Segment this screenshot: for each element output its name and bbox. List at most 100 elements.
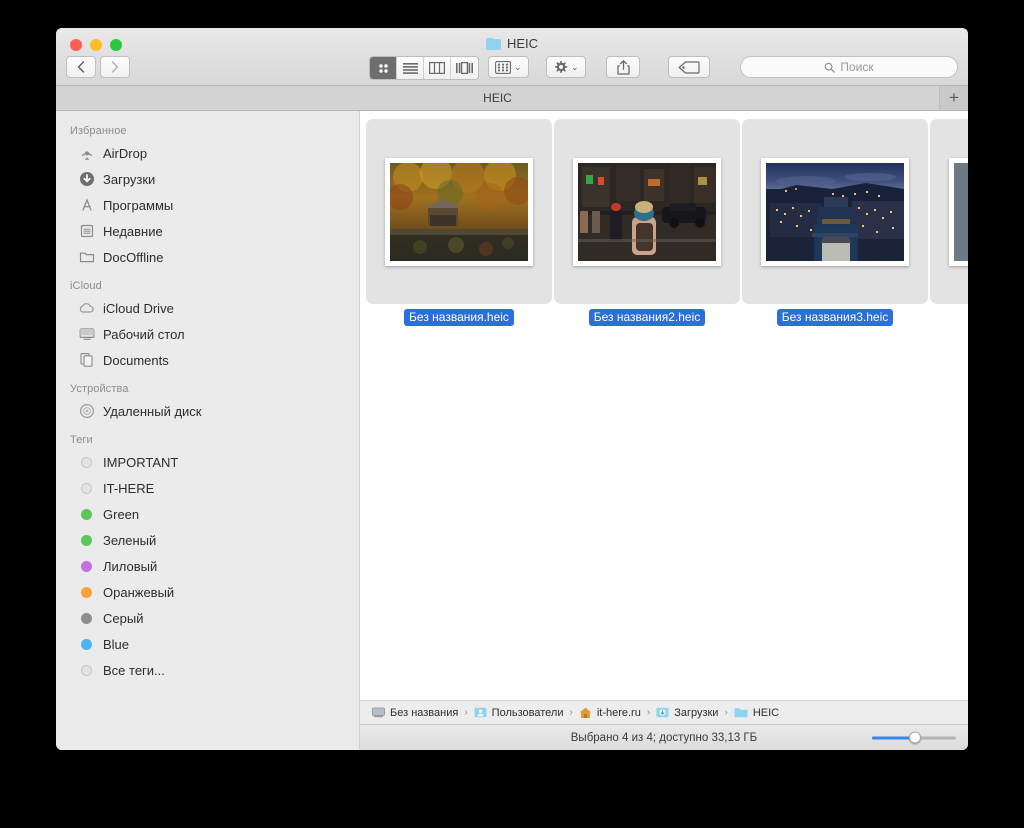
home-icon bbox=[579, 707, 592, 719]
breadcrumb-label: HEIC bbox=[753, 707, 779, 719]
file-name-label[interactable]: Без названия.heic bbox=[404, 309, 514, 326]
file-thumbnail[interactable] bbox=[366, 119, 552, 304]
breadcrumb-item[interactable]: Загрузки bbox=[656, 707, 718, 719]
share-group bbox=[606, 56, 640, 78]
zoom-slider[interactable] bbox=[872, 736, 956, 739]
sidebar-tag-orange[interactable]: Оранжевый bbox=[56, 579, 359, 605]
arrange-button[interactable]: ⌄ bbox=[488, 56, 529, 78]
icon-view-button[interactable] bbox=[370, 57, 397, 79]
list-view-button[interactable] bbox=[397, 57, 424, 79]
breadcrumb-separator: › bbox=[724, 707, 727, 718]
sidebar-item-label: Лиловый bbox=[103, 559, 157, 574]
status-bar: Выбрано 4 из 4; доступно 33,13 ГБ bbox=[360, 724, 968, 750]
new-tab-button[interactable]: + bbox=[940, 86, 968, 110]
window-title-bar: HEIC bbox=[56, 36, 968, 51]
folder-icon bbox=[486, 38, 501, 50]
share-icon bbox=[617, 60, 630, 75]
breadcrumb-label: it-here.ru bbox=[597, 707, 641, 719]
partial-offscreen-photo bbox=[954, 163, 968, 261]
sidebar-tag-important[interactable]: IMPORTANT bbox=[56, 449, 359, 475]
sidebar-item-label: Серый bbox=[103, 611, 143, 626]
sidebar-item-label: DocOffline bbox=[103, 250, 163, 265]
sidebar-item-recents[interactable]: Недавние bbox=[56, 218, 359, 244]
sidebar-tag-blue[interactable]: Blue bbox=[56, 631, 359, 657]
share-button[interactable] bbox=[606, 56, 640, 78]
columns-icon bbox=[429, 62, 445, 74]
chevron-down-icon: ⌄ bbox=[514, 63, 522, 72]
view-mode-group bbox=[369, 56, 479, 80]
file-item[interactable]: Без названия.heic bbox=[366, 119, 552, 326]
sidebar-item-label: Зеленый bbox=[103, 533, 156, 548]
tag-dot-icon bbox=[78, 584, 95, 601]
sidebar-item-icloud-drive[interactable]: iCloud Drive bbox=[56, 295, 359, 321]
maximize-button[interactable] bbox=[110, 39, 122, 51]
forward-button[interactable] bbox=[100, 56, 130, 78]
folder-icon bbox=[734, 707, 748, 718]
search-placeholder: Поиск bbox=[840, 60, 873, 74]
view-mode-segmented bbox=[369, 56, 479, 80]
downloads-folder-icon bbox=[656, 707, 669, 718]
photo-frame bbox=[761, 158, 909, 266]
tag-icon bbox=[678, 61, 700, 74]
sidebar-section-devices-header: Устройства bbox=[56, 379, 359, 398]
sidebar-item-desktop[interactable]: Рабочий стол bbox=[56, 321, 359, 347]
sidebar-item-label: Загрузки bbox=[103, 172, 155, 187]
file-item[interactable] bbox=[930, 119, 968, 312]
sidebar-item-applications[interactable]: Программы bbox=[56, 192, 359, 218]
sidebar-section-tags-header: Теги bbox=[56, 430, 359, 449]
window-toolbar: HEIC bbox=[56, 28, 968, 86]
action-button[interactable]: ⌄ bbox=[546, 56, 586, 78]
breadcrumb-item[interactable]: HEIC bbox=[734, 707, 779, 719]
sidebar-tag-green-en[interactable]: Green bbox=[56, 501, 359, 527]
sidebar-tag-gray[interactable]: Серый bbox=[56, 605, 359, 631]
close-button[interactable] bbox=[70, 39, 82, 51]
breadcrumb-item[interactable]: Пользователи bbox=[474, 707, 564, 719]
sidebar-item-label: iCloud Drive bbox=[103, 301, 174, 316]
breadcrumb-label: Загрузки bbox=[674, 707, 718, 719]
applications-icon bbox=[78, 197, 95, 214]
file-thumbnail[interactable] bbox=[742, 119, 928, 304]
minimize-button[interactable] bbox=[90, 39, 102, 51]
sidebar-tag-all-tags[interactable]: Все теги... bbox=[56, 657, 359, 683]
sidebar-item-airdrop[interactable]: AirDrop bbox=[56, 140, 359, 166]
sidebar-item-downloads[interactable]: Загрузки bbox=[56, 166, 359, 192]
file-name-label[interactable]: Без названия3.heic bbox=[777, 309, 894, 326]
gallery-icon bbox=[456, 62, 473, 74]
zoom-slider-knob[interactable] bbox=[909, 732, 921, 744]
photo-frame bbox=[573, 158, 721, 266]
sidebar-item-label: Documents bbox=[103, 353, 169, 368]
zoom-slider-fill bbox=[872, 736, 912, 739]
breadcrumb-item[interactable]: Без названия bbox=[372, 707, 458, 719]
file-item[interactable]: Без названия3.heic bbox=[742, 119, 928, 326]
tab-heic[interactable]: HEIC bbox=[56, 86, 940, 110]
file-name-label[interactable]: Без названия2.heic bbox=[589, 309, 706, 326]
sidebar-tag-green-ru[interactable]: Зеленый bbox=[56, 527, 359, 553]
sidebar-section-icloud-header: iCloud bbox=[56, 276, 359, 295]
sidebar-tag-purple[interactable]: Лиловый bbox=[56, 553, 359, 579]
sidebar-item-documents[interactable]: Documents bbox=[56, 347, 359, 373]
sidebar-item-docoffline[interactable]: DocOffline bbox=[56, 244, 359, 270]
search-field[interactable]: Поиск bbox=[740, 56, 958, 78]
downloads-icon bbox=[78, 171, 95, 188]
breadcrumb-item[interactable]: it-here.ru bbox=[579, 707, 641, 719]
column-view-button[interactable] bbox=[424, 57, 451, 79]
sidebar-tag-it-here[interactable]: IT-HERE bbox=[56, 475, 359, 501]
sidebar-item-label: Green bbox=[103, 507, 139, 522]
arrange-icon bbox=[495, 61, 511, 74]
file-thumbnail[interactable] bbox=[930, 119, 968, 304]
sidebar-item-remote-disc[interactable]: Удаленный диск bbox=[56, 398, 359, 424]
users-folder-icon bbox=[474, 707, 487, 718]
file-thumbnail[interactable] bbox=[554, 119, 740, 304]
gallery-view-button[interactable] bbox=[451, 57, 478, 79]
folder-icon bbox=[78, 249, 95, 266]
tag-dot-icon bbox=[78, 558, 95, 575]
file-item[interactable]: Без названия2.heic bbox=[554, 119, 740, 326]
sidebar-item-label: Программы bbox=[103, 198, 173, 213]
chevron-down-icon: ⌄ bbox=[571, 63, 579, 72]
icon-grid: Без названия.heic bbox=[360, 111, 968, 700]
tags-button[interactable] bbox=[668, 56, 710, 78]
cloud-icon bbox=[78, 300, 95, 317]
sidebar-item-label: IT-HERE bbox=[103, 481, 154, 496]
sidebar-item-label: Все теги... bbox=[103, 663, 165, 678]
back-button[interactable] bbox=[66, 56, 96, 78]
